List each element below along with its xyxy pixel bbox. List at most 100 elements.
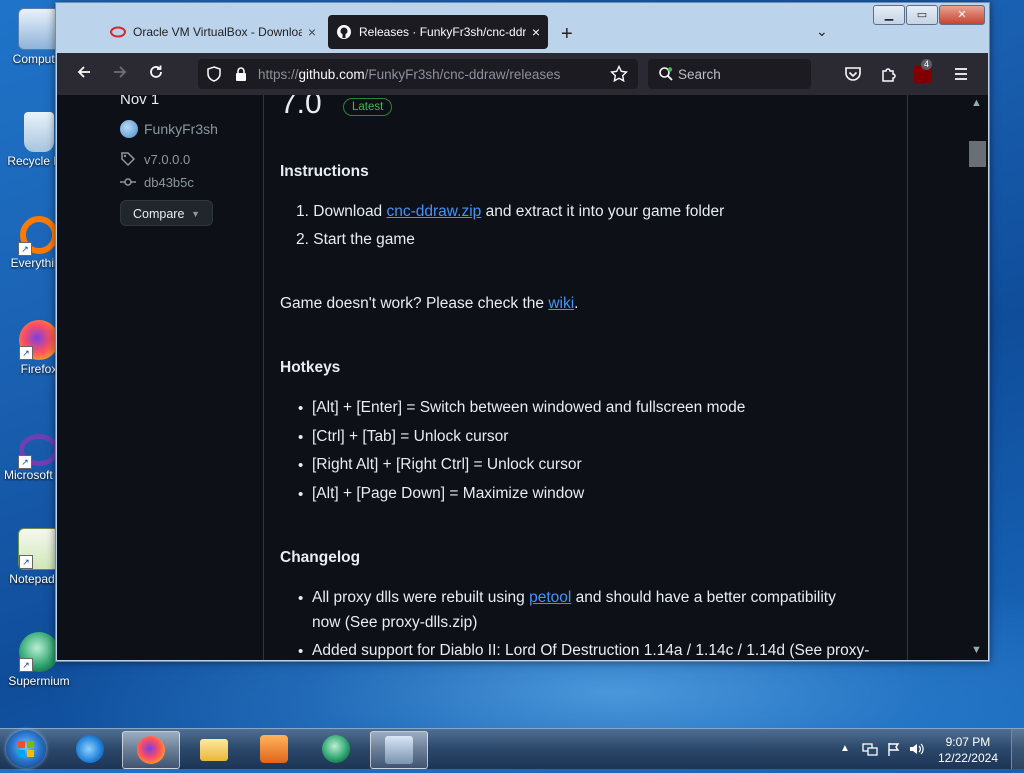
- pocket-icon[interactable]: [844, 65, 862, 83]
- forward-arrow-icon: [114, 66, 127, 78]
- tab-github-releases[interactable]: Releases · FunkyFr3sh/cnc-ddraw ×: [328, 15, 548, 49]
- tag-row[interactable]: v7.0.0.0: [120, 151, 190, 167]
- everything-icon: ↗: [18, 216, 58, 256]
- compare-button[interactable]: Compare ▼: [120, 200, 213, 226]
- clock[interactable]: 9:07 PM 12/22/2024: [938, 734, 998, 766]
- shortcut-arrow-icon: ↗: [18, 455, 32, 469]
- virtualbox-favicon-icon: [110, 26, 126, 38]
- wiki-link[interactable]: wiki: [548, 295, 574, 312]
- extensions-puzzle-icon[interactable]: [880, 65, 898, 83]
- list-all-tabs-chevron-icon[interactable]: ⌄: [816, 23, 828, 40]
- show-desktop-button[interactable]: [1011, 729, 1024, 769]
- changelog-heading: Changelog: [280, 549, 361, 566]
- taskbar: ▲ 9:07 PM 12/22/2024: [0, 728, 1024, 769]
- bullet-icon: •: [298, 590, 304, 607]
- vertical-scrollbar[interactable]: ▲ ▼: [966, 95, 987, 660]
- search-bar[interactable]: Search: [648, 59, 811, 89]
- visual-studio-icon: ↗: [18, 434, 59, 469]
- changelog-item: Added support for Diablo II: Lord Of Des…: [312, 642, 870, 659]
- taskbar-supermium[interactable]: [308, 731, 364, 767]
- tracking-protection-shield-icon[interactable]: [206, 66, 222, 82]
- volume-icon[interactable]: [908, 741, 926, 757]
- tag-name[interactable]: v7.0.0.0: [144, 152, 190, 167]
- commit-hash[interactable]: db43b5c: [144, 175, 194, 190]
- url-host: github.com: [298, 67, 365, 82]
- search-engine-icon: [659, 67, 673, 81]
- recycle-bin-icon: [24, 112, 54, 152]
- desktop-icon-label: Supermium: [8, 674, 70, 688]
- changelog-text: and should have a better compatibility: [571, 589, 836, 606]
- lock-icon[interactable]: [234, 66, 248, 82]
- taskbar-firefox[interactable]: [122, 731, 180, 769]
- clock-time: 9:07 PM: [945, 735, 991, 749]
- bullet-icon: •: [298, 643, 304, 660]
- taskbar-media-player[interactable]: [246, 731, 302, 767]
- bullet-icon: •: [298, 457, 304, 474]
- media-player-icon: [260, 735, 288, 763]
- url-text: https://github.com/FunkyFr3sh/cnc-ddraw/…: [258, 67, 560, 82]
- hotkey-item: [Alt] + [Page Down] = Maximize window: [312, 485, 585, 502]
- page-content: Nov 1 FunkyFr3sh v7.0.0.0 db43b5c Compar…: [57, 95, 988, 660]
- tab-title: Releases · FunkyFr3sh/cnc-ddraw: [359, 25, 526, 39]
- instructions-heading: Instructions: [280, 163, 369, 180]
- start-button[interactable]: [6, 730, 46, 768]
- avatar: [120, 120, 138, 138]
- tag-icon: [121, 152, 136, 167]
- back-arrow-icon: [77, 66, 90, 78]
- author-row[interactable]: FunkyFr3sh: [120, 120, 218, 138]
- release-title[interactable]: 7.0: [280, 95, 322, 121]
- system-tray: ▲ 9:07 PM 12/22/2024: [824, 729, 1024, 769]
- step-number: 1.: [296, 203, 309, 220]
- release-card-right-border: [907, 95, 908, 660]
- new-tab-button[interactable]: +: [561, 23, 573, 46]
- bullet-icon: •: [298, 429, 304, 446]
- scrollbar-thumb[interactable]: [969, 141, 986, 167]
- author-name[interactable]: FunkyFr3sh: [144, 121, 218, 137]
- shortcut-arrow-icon: ↗: [19, 346, 33, 360]
- address-bar[interactable]: https://github.com/FunkyFr3sh/cnc-ddraw/…: [198, 59, 638, 89]
- tab-virtualbox[interactable]: Oracle VM VirtualBox - Downloads ×: [102, 15, 324, 49]
- tab-bar: Oracle VM VirtualBox - Downloads × Relea…: [56, 13, 989, 53]
- close-tab-icon[interactable]: ×: [532, 24, 540, 40]
- scroll-down-arrow-icon[interactable]: ▼: [971, 644, 982, 656]
- release-card-left-border: [263, 95, 264, 660]
- show-hidden-icons-chevron-icon[interactable]: ▲: [840, 743, 850, 754]
- close-tab-icon[interactable]: ×: [308, 24, 316, 40]
- commit-row[interactable]: db43b5c: [120, 174, 194, 190]
- forward-button[interactable]: [109, 63, 131, 85]
- bullet-icon: •: [298, 400, 304, 417]
- shortcut-arrow-icon: ↗: [19, 658, 33, 672]
- hotkey-item: [Ctrl] + [Tab] = Unlock cursor: [312, 428, 509, 445]
- petool-link[interactable]: petool: [529, 589, 571, 606]
- reload-button[interactable]: [145, 63, 167, 85]
- caret-down-icon: ▼: [191, 209, 200, 219]
- extension-badge: 4: [921, 59, 933, 70]
- step-text: and extract it into your game folder: [481, 203, 725, 220]
- bullet-icon: •: [298, 486, 304, 503]
- changelog-text: All proxy dlls were rebuilt using: [312, 589, 530, 606]
- hamburger-menu-icon[interactable]: [952, 65, 970, 83]
- firefox-window: ▁ ▭ ✕ Oracle VM VirtualBox - Downloads ×…: [55, 2, 990, 662]
- network-icon[interactable]: [862, 741, 878, 757]
- action-center-flag-icon[interactable]: [886, 741, 902, 757]
- compare-label: Compare: [133, 207, 185, 221]
- back-button[interactable]: [73, 63, 95, 85]
- notepad-plus-plus-icon: ↗: [18, 528, 60, 570]
- instruction-step-1: 1. Download cnc-ddraw.zip and extract it…: [296, 203, 724, 221]
- bookmark-star-icon[interactable]: [610, 65, 628, 83]
- computer-icon: [18, 8, 60, 50]
- taskbar-internet-explorer[interactable]: [62, 731, 118, 767]
- cnc-ddraw-zip-link[interactable]: cnc-ddraw.zip: [387, 203, 482, 220]
- scroll-up-arrow-icon[interactable]: ▲: [971, 97, 982, 109]
- internet-explorer-icon: [76, 735, 104, 763]
- supermium-icon: [322, 735, 350, 763]
- taskbar-virtualbox-vm[interactable]: [370, 731, 428, 769]
- reload-icon: [150, 65, 162, 78]
- shortcut-arrow-icon: ↗: [19, 555, 33, 569]
- commit-icon: [120, 178, 136, 186]
- latest-badge: Latest: [343, 98, 393, 116]
- search-placeholder: Search: [678, 67, 721, 82]
- taskbar-file-explorer[interactable]: [186, 731, 242, 767]
- windows-logo-icon: [18, 741, 34, 757]
- firefox-icon: ↗: [19, 320, 59, 360]
